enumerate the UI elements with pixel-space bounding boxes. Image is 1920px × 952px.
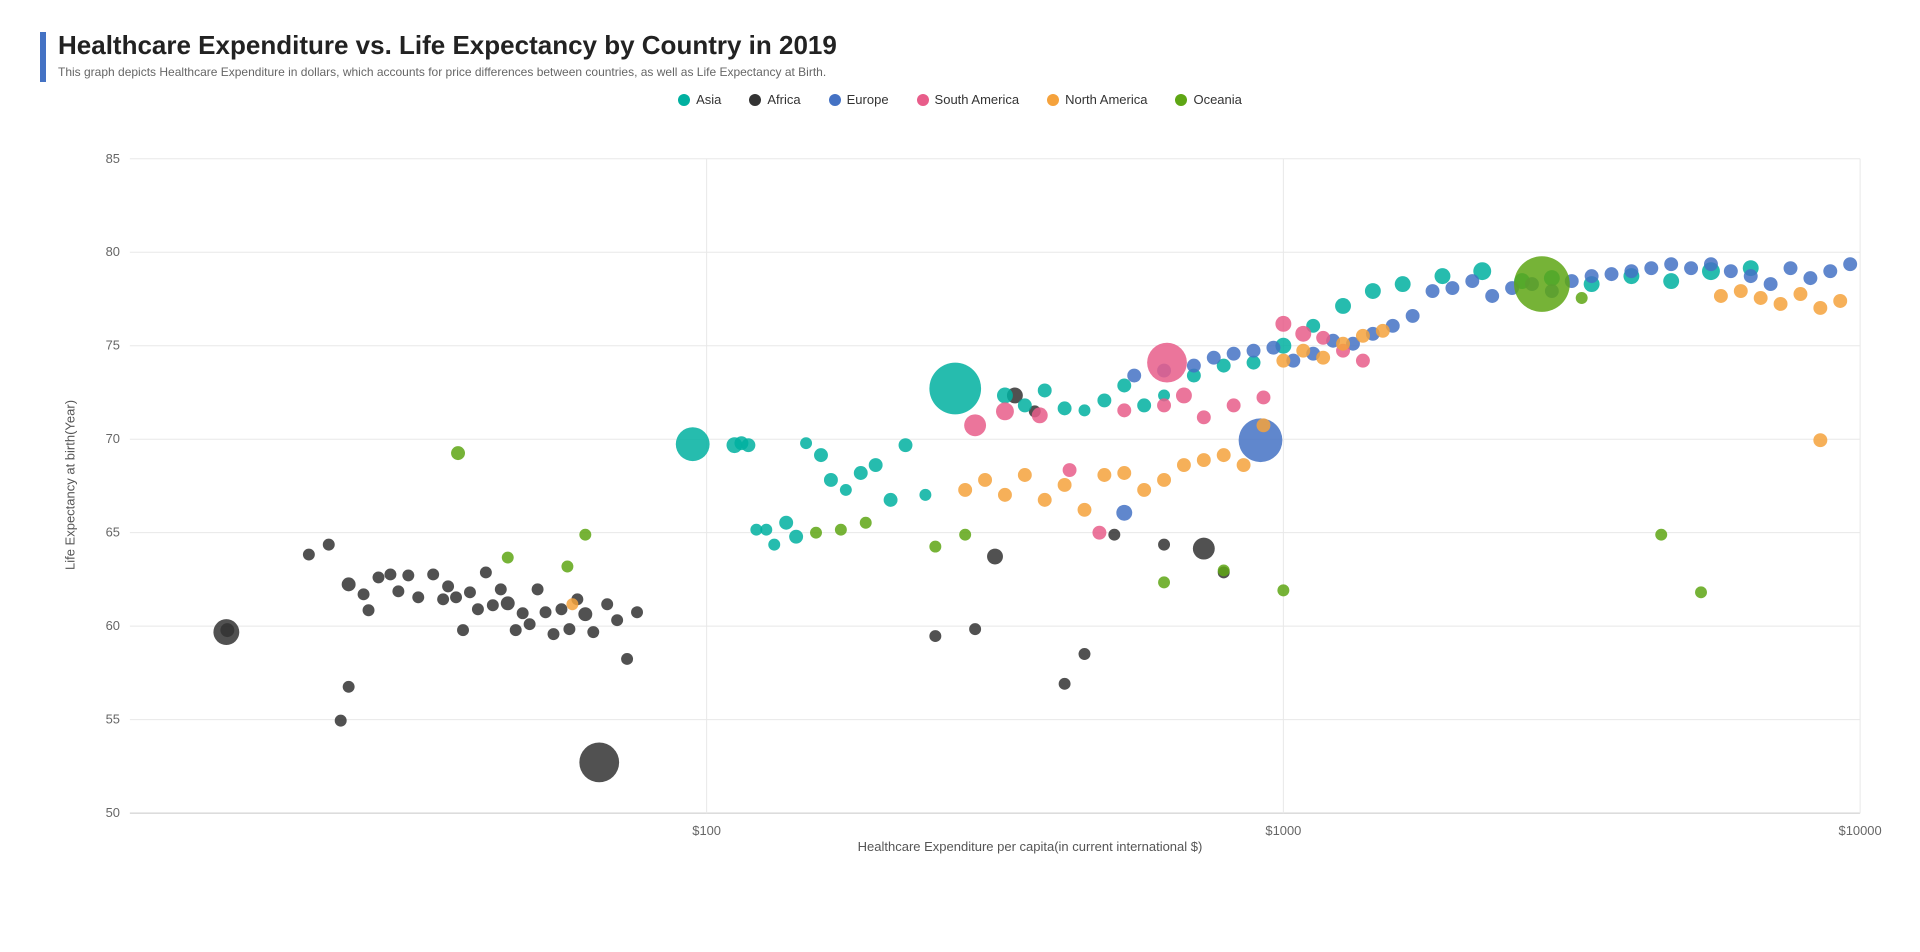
accent-bar <box>40 32 46 82</box>
chart-container: Healthcare Expenditure vs. Life Expectan… <box>0 0 1920 952</box>
chart-title: Healthcare Expenditure vs. Life Expectan… <box>58 30 837 61</box>
legend-dot-oceania <box>1175 94 1187 106</box>
legend-label-south-america: South America <box>935 92 1020 107</box>
legend-dot-europe <box>829 94 841 106</box>
legend-item-oceania: Oceania <box>1175 92 1241 107</box>
legend-label-north-america: North America <box>1065 92 1147 107</box>
title-section: Healthcare Expenditure vs. Life Expectan… <box>40 30 1880 82</box>
legend-dot-south-america <box>917 94 929 106</box>
x-axis-label: Healthcare Expenditure per capita(in cur… <box>180 839 1880 854</box>
legend-item-africa: Africa <box>749 92 800 107</box>
legend-item-north-america: North America <box>1047 92 1147 107</box>
legend-label-africa: Africa <box>767 92 800 107</box>
legend-label-asia: Asia <box>696 92 721 107</box>
legend-dot-north-america <box>1047 94 1059 106</box>
svg-text:$10000: $10000 <box>1839 823 1882 838</box>
legend-dot-africa <box>749 94 761 106</box>
legend-item-south-america: South America <box>917 92 1020 107</box>
title-text: Healthcare Expenditure vs. Life Expectan… <box>58 30 837 79</box>
chart-subtitle: This graph depicts Healthcare Expenditur… <box>58 65 837 79</box>
y-axis-label: Life Expectancy at birth(Year) <box>63 399 78 569</box>
legend-item-europe: Europe <box>829 92 889 107</box>
svg-text:$1000: $1000 <box>1265 823 1301 838</box>
legend-label-oceania: Oceania <box>1193 92 1241 107</box>
legend-dot-asia <box>678 94 690 106</box>
legend-label-europe: Europe <box>847 92 889 107</box>
legend-item-asia: Asia <box>678 92 721 107</box>
chart-legend: Asia Africa Europe South America North A… <box>40 92 1880 107</box>
scatter-plot: .grid-line { stroke: #e8e8e8; stroke-wid… <box>110 115 1880 835</box>
svg-text:$100: $100 <box>692 823 721 838</box>
